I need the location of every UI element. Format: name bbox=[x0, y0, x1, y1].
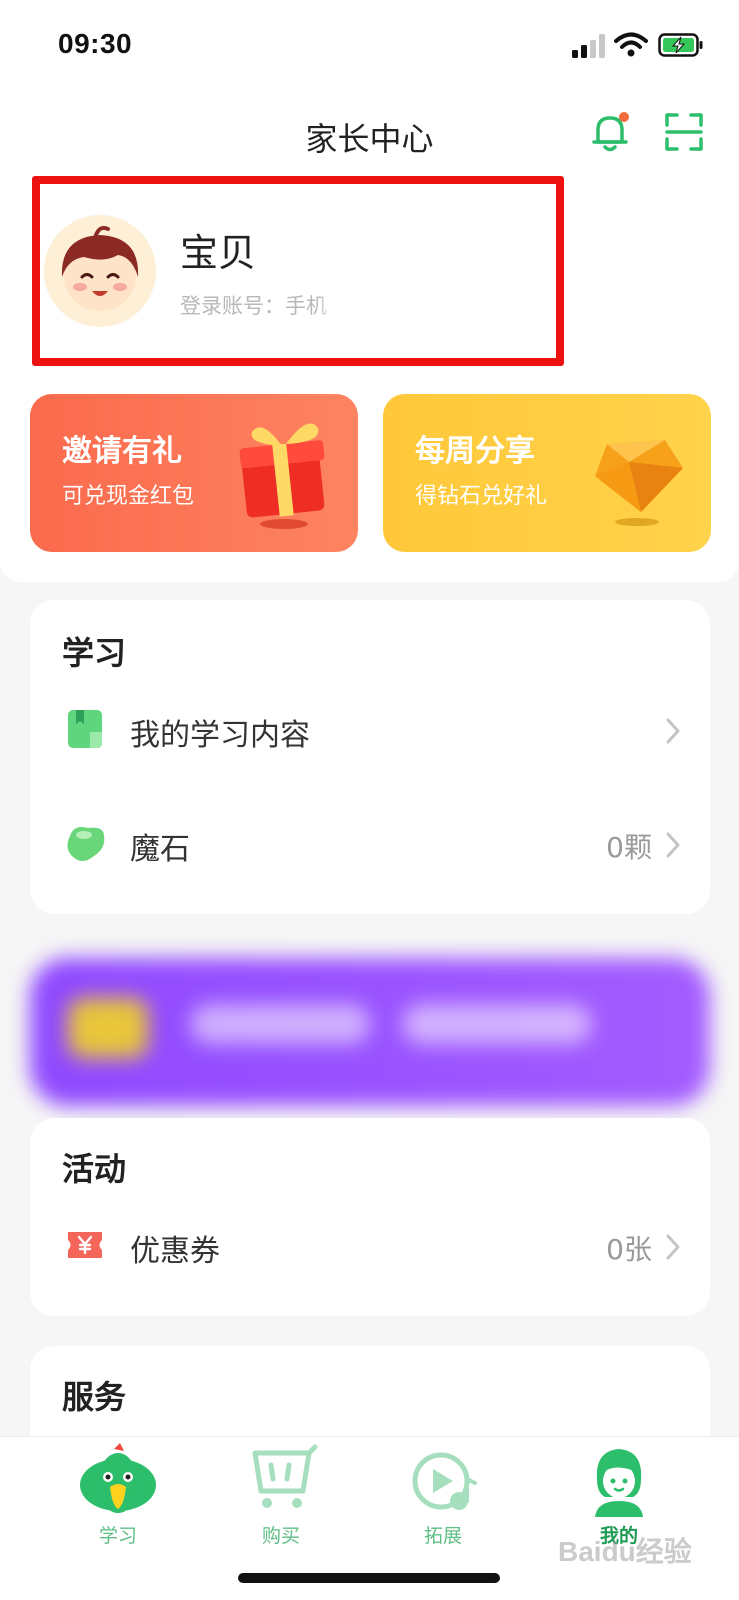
study-section-card: 学习 我的学习内容 魔石 0颗 bbox=[30, 600, 710, 914]
activity-section-card: 活动 优惠券 0张 bbox=[30, 1118, 710, 1316]
study-section-title: 学习 bbox=[62, 634, 127, 672]
my-study-content-row[interactable]: 我的学习内容 bbox=[30, 684, 710, 776]
invite-subtitle: 可兑现金红包 bbox=[62, 484, 195, 509]
notification-dot bbox=[619, 112, 629, 122]
account-label: 登录账号：手机 bbox=[180, 294, 327, 318]
chevron-right-icon bbox=[666, 1234, 680, 1260]
banner-text-blurred bbox=[190, 1004, 370, 1044]
gift-icon bbox=[239, 423, 325, 529]
music-play-icon bbox=[412, 1452, 477, 1510]
signal-icon bbox=[572, 34, 605, 58]
megaphone-icon bbox=[68, 998, 148, 1058]
parrot-icon bbox=[80, 1443, 156, 1513]
home-indicator[interactable] bbox=[238, 1573, 500, 1583]
invite-title: 邀请有礼 bbox=[62, 434, 182, 469]
child-face-icon bbox=[44, 215, 156, 327]
coupon-label: 优惠券 bbox=[130, 1234, 220, 1269]
promo-banner-blurred[interactable] bbox=[30, 958, 710, 1106]
scan-icon[interactable] bbox=[664, 112, 704, 152]
tab-expand-label: 拓展 bbox=[423, 1525, 462, 1547]
diamond-icon bbox=[595, 440, 683, 526]
activity-section-title: 活动 bbox=[62, 1150, 127, 1188]
magic-stone-count: 0颗 bbox=[606, 831, 652, 864]
share-title: 每周分享 bbox=[415, 434, 535, 469]
profile-person-icon bbox=[595, 1449, 643, 1517]
tab-buy-label: 购买 bbox=[261, 1525, 300, 1547]
weekly-share-card[interactable]: 每周分享 得钻石兑好礼 bbox=[383, 394, 711, 552]
magic-stone-label: 魔石 bbox=[130, 832, 190, 867]
watermark: Baidu经验 bbox=[558, 1536, 692, 1567]
tab-study[interactable]: 学习 bbox=[43, 1437, 193, 1557]
coupon-icon bbox=[68, 1232, 102, 1258]
book-icon bbox=[68, 710, 102, 748]
magic-stone-icon bbox=[67, 827, 105, 861]
chevron-right-icon bbox=[666, 832, 680, 858]
coupon-row[interactable]: 优惠券 0张 bbox=[30, 1200, 710, 1292]
banner-text-blurred bbox=[402, 1004, 592, 1044]
tab-expand[interactable]: 拓展 bbox=[368, 1437, 518, 1557]
redacted-account-number bbox=[326, 270, 526, 328]
share-subtitle: 得钻石兑好礼 bbox=[415, 484, 548, 509]
tab-buy[interactable]: 购买 bbox=[206, 1437, 356, 1557]
chevron-right-icon bbox=[666, 718, 680, 744]
battery-charging-icon bbox=[658, 33, 703, 57]
magic-stone-row[interactable]: 魔石 0颗 bbox=[30, 798, 710, 890]
invite-reward-card[interactable]: 邀请有礼 可兑现金红包 bbox=[30, 394, 358, 552]
coupon-count: 0张 bbox=[606, 1233, 652, 1266]
my-study-content-label: 我的学习内容 bbox=[130, 718, 310, 753]
status-bar: 09:30 bbox=[0, 0, 739, 92]
avatar[interactable] bbox=[44, 215, 156, 327]
wifi-icon bbox=[614, 32, 648, 57]
cart-icon bbox=[252, 1444, 318, 1508]
nickname: 宝贝 bbox=[180, 231, 257, 275]
service-section-title: 服务 bbox=[62, 1378, 127, 1416]
tab-study-label: 学习 bbox=[98, 1525, 137, 1547]
bell-icon[interactable] bbox=[590, 110, 632, 154]
status-time: 09:30 bbox=[58, 28, 133, 59]
